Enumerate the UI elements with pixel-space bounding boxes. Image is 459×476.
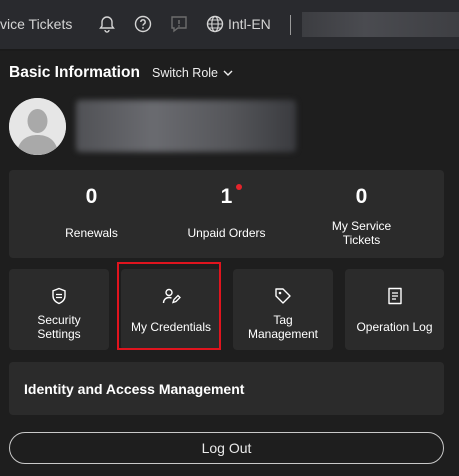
globe-icon[interactable] [205, 14, 225, 34]
iam-label: Identity and Access Management [24, 381, 245, 397]
stat-label: Renewals [65, 226, 118, 240]
tile-label: Tag Management [247, 313, 319, 341]
user-silhouette-icon [9, 98, 66, 155]
security-settings-tile[interactable]: Security Settings [9, 269, 109, 350]
stat-my-service-tickets[interactable]: 0 My Service Tickets [289, 170, 434, 258]
tile-label: Security Settings [37, 313, 81, 341]
avatar [9, 98, 66, 155]
help-icon[interactable] [133, 14, 153, 34]
tag-icon [275, 288, 291, 304]
shield-icon [52, 287, 66, 305]
log-out-button[interactable]: Log Out [9, 432, 444, 464]
operation-log-tile[interactable]: Operation Log [345, 269, 444, 350]
chevron-down-icon[interactable] [222, 67, 234, 79]
stat-value: 0 [355, 185, 368, 208]
iam-card[interactable]: Identity and Access Management [9, 362, 444, 415]
feedback-icon[interactable] [169, 14, 189, 34]
stat-label: My Service Tickets [331, 219, 392, 247]
stats-card: 0 Renewals 1 Unpaid Orders 0 My Service … [9, 170, 444, 258]
stat-label: Unpaid Orders [187, 226, 266, 240]
topbar-divider [290, 15, 291, 35]
language-selector[interactable]: Intl-EN [228, 16, 271, 32]
stat-unpaid-orders[interactable]: 1 Unpaid Orders [154, 170, 299, 258]
notification-badge [236, 184, 242, 190]
stat-renewals[interactable]: 0 Renewals [19, 170, 164, 258]
user-info-blurred [76, 100, 296, 152]
highlight-box [117, 262, 221, 350]
page-title: Basic Information [9, 64, 140, 81]
document-icon [387, 287, 402, 305]
switch-role-button[interactable]: Switch Role [152, 66, 218, 80]
stat-value: 1 [220, 185, 233, 208]
service-tickets-link[interactable]: vice Tickets [0, 16, 72, 32]
top-navigation-bar: vice Tickets Intl-EN [0, 0, 459, 50]
stat-value: 0 [85, 185, 98, 208]
bell-icon[interactable] [97, 14, 117, 34]
tag-management-tile[interactable]: Tag Management [233, 269, 333, 350]
tile-label: Operation Log [356, 320, 433, 334]
account-name-blurred[interactable] [302, 12, 459, 37]
